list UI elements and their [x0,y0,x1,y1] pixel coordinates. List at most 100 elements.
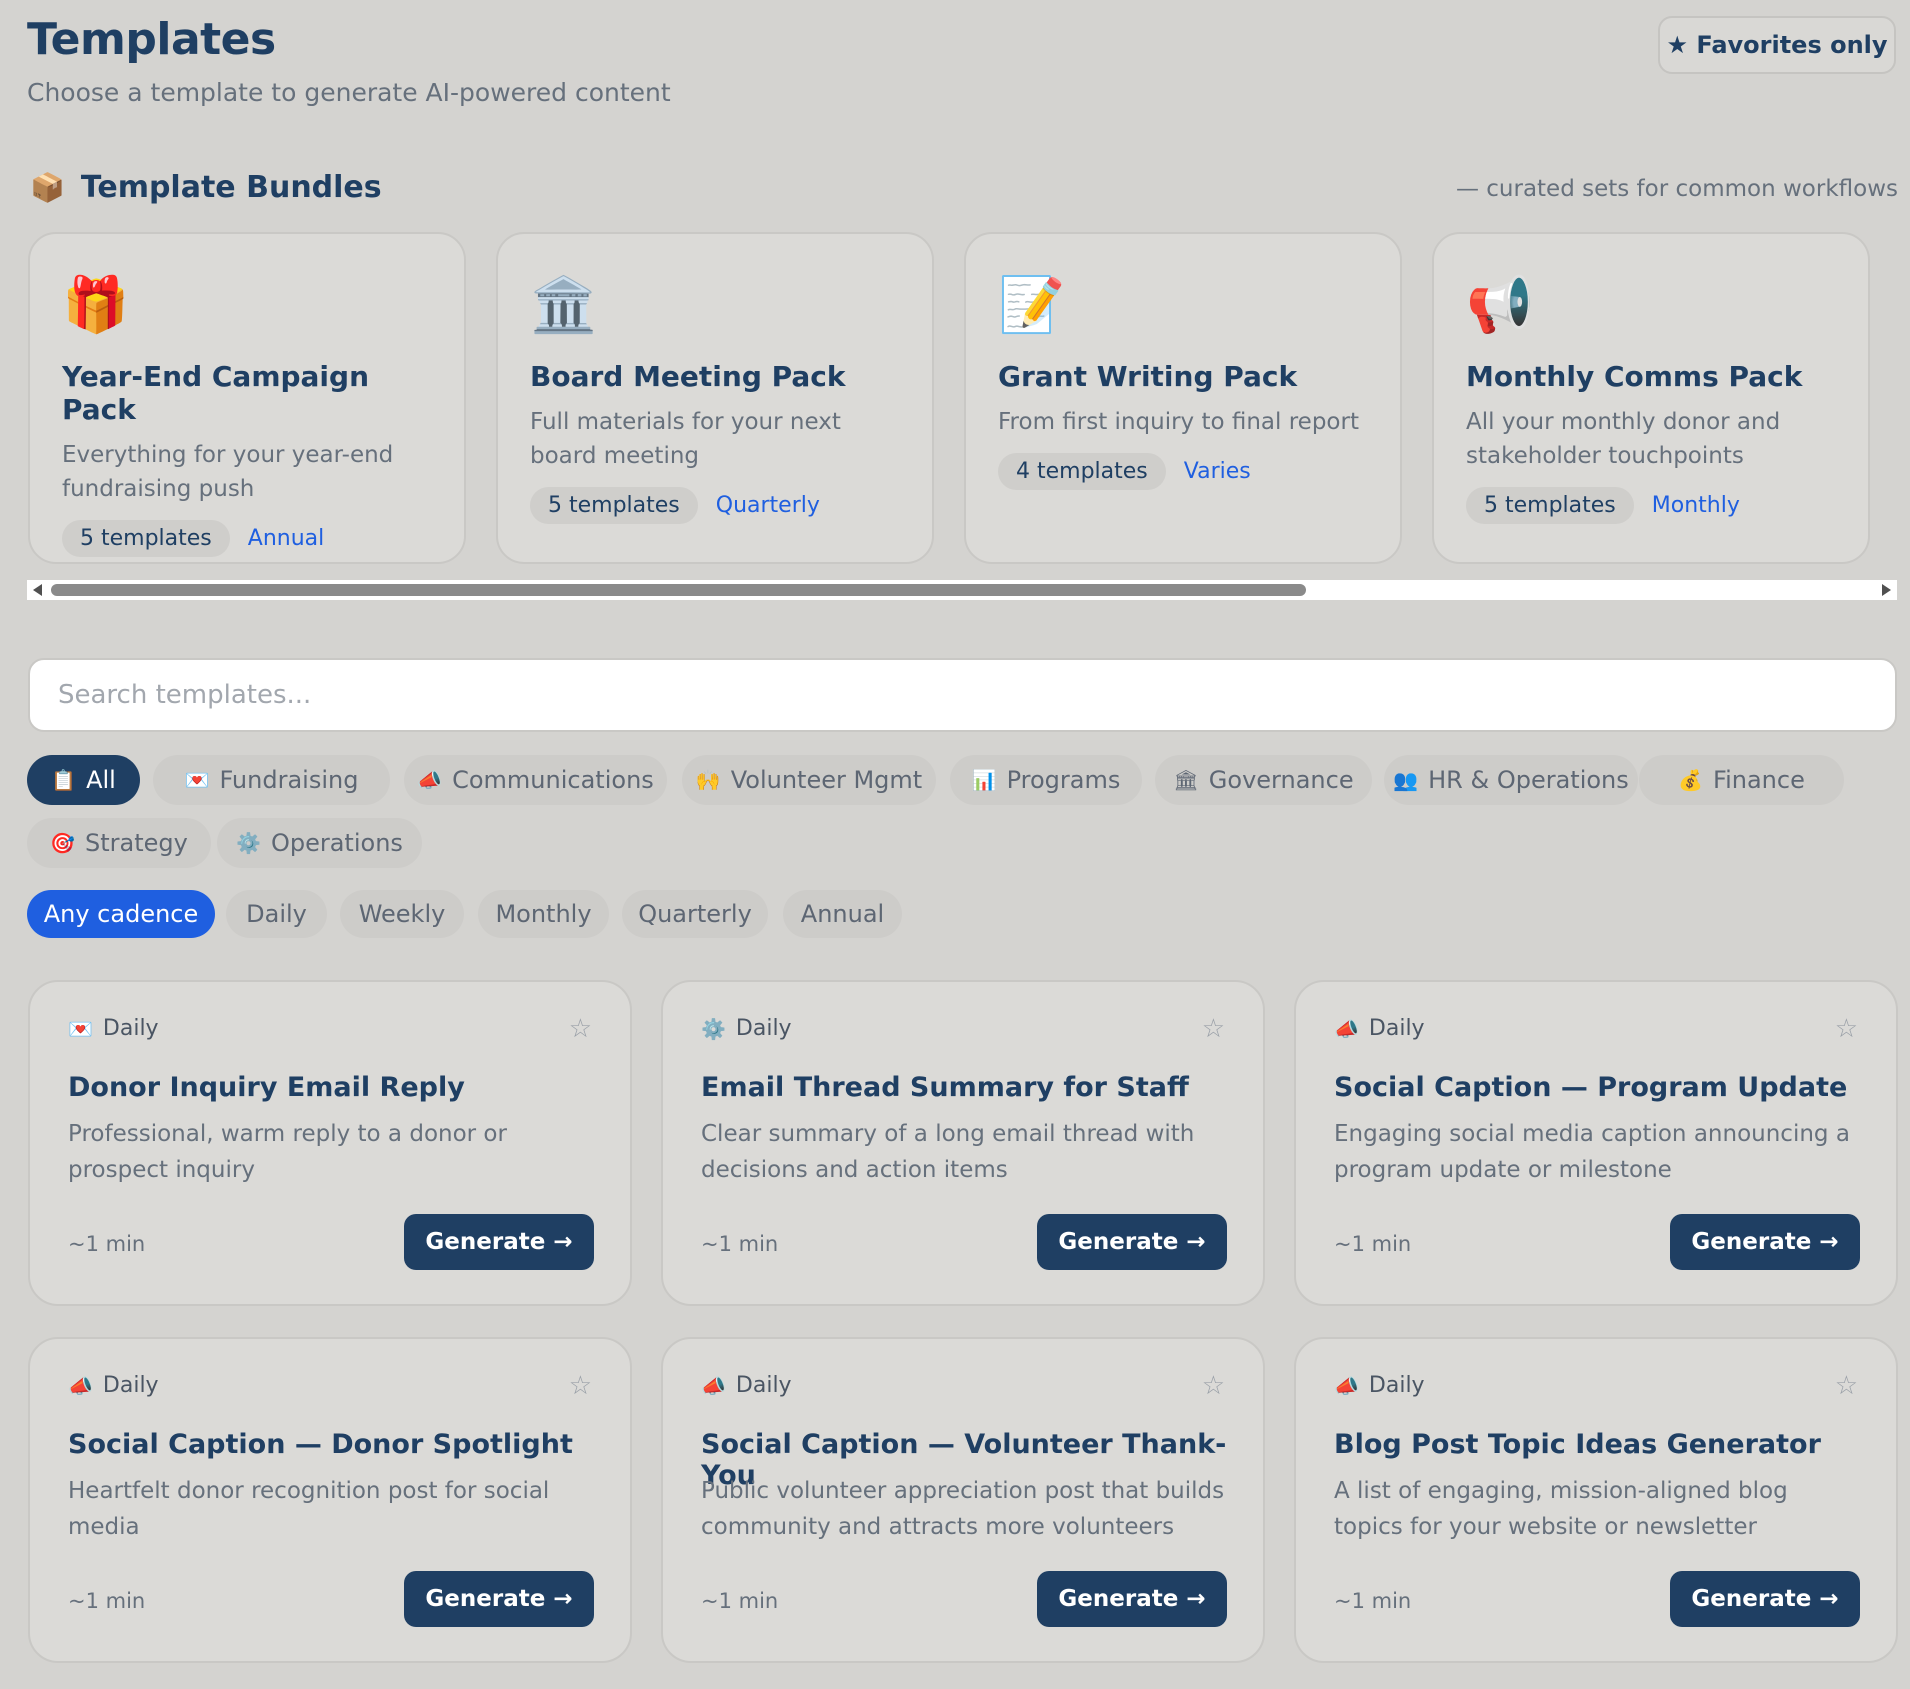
category-chip-operations[interactable]: ⚙️ Operations [217,818,422,868]
bundles-row: 🎁 Year-End Campaign Pack Everything for … [28,232,1898,564]
template-description: Clear summary of a long email thread wit… [701,1121,1195,1183]
bundle-card-monthly-comms[interactable]: 📢 Monthly Comms Pack All your monthly do… [1432,232,1870,564]
generate-button[interactable]: Generate → [404,1214,594,1270]
package-icon: 📦 [30,171,65,204]
cadence-chip-annual[interactable]: Annual [783,890,902,938]
bundle-cadence: Annual [247,526,325,551]
bundle-count: 5 templates [62,520,230,557]
template-cadence: Daily [102,1016,159,1041]
page-title: Templates [27,14,276,65]
star-icon[interactable]: ☆ [1835,1014,1858,1044]
bundle-cadence: Monthly [1651,493,1740,518]
template-description: Professional, warm reply to a donor or p… [68,1121,507,1183]
bar-chart-icon: 📊 [971,768,997,792]
template-cadence: Daily [1368,1016,1425,1041]
template-description: A list of engaging, mission-aligned blog… [1334,1478,1788,1540]
bundle-count: 5 templates [530,487,698,524]
template-card[interactable]: 📣 Daily ☆ Social Caption — Donor Spotligh… [28,1337,632,1663]
star-icon[interactable]: ☆ [1835,1371,1858,1401]
bundles-note: — curated sets for common workflows [1455,176,1898,202]
megaphone-icon: 📣 [68,1373,93,1398]
clipboard-icon: 📋 [51,768,77,792]
template-title: Blog Post Topic Ideas Generator [1334,1429,1821,1460]
bundles-scrollbar[interactable] [27,580,1897,600]
templates-page: Templates Choose a template to generate … [0,0,1910,1689]
money-bag-icon: 💰 [1678,768,1704,792]
scrollbar-thumb[interactable] [51,584,1306,596]
template-cadence: Daily [102,1373,159,1398]
star-icon[interactable]: ☆ [569,1371,592,1401]
template-card[interactable]: 📣 Daily ☆ Social Caption — Volunteer Than… [661,1337,1265,1663]
bundle-title: Year-End Campaign Pack [62,360,370,426]
category-chip-programs[interactable]: 📊 Programs [950,755,1142,805]
gift-icon: 🎁 [62,273,130,336]
template-title: Email Thread Summary for Staff [701,1072,1189,1103]
category-chip-hr-operations[interactable]: 👥 HR & Operations [1384,755,1638,805]
generate-button[interactable]: Generate → [1670,1214,1860,1270]
raised-hands-icon: 🙌 [695,768,721,792]
bundle-description: Everything for your year-end fundraising… [62,442,394,502]
category-chip-volunteer-mgmt[interactable]: 🙌 Volunteer Mgmt [682,755,936,805]
template-description: Engaging social media caption announcing… [1334,1121,1850,1183]
bundle-cadence: Varies [1183,459,1251,484]
search-input[interactable] [28,658,1897,732]
category-chip-finance[interactable]: 💰 Finance [1639,755,1844,805]
cadence-chip-any[interactable]: Any cadence [27,890,215,938]
cadence-chip-daily[interactable]: Daily [226,890,327,938]
bundle-description: All your monthly donor and stakeholder t… [1466,409,1781,469]
category-chip-all[interactable]: 📋 All [27,755,140,805]
love-letter-icon: 💌 [68,1016,93,1041]
megaphone-icon: 📣 [1334,1016,1359,1041]
bundle-card-grant-writing[interactable]: 📝 Grant Writing Pack From first inquiry … [964,232,1402,564]
favorites-only-button[interactable]: ★ Favorites only [1658,16,1896,74]
generate-button[interactable]: Generate → [404,1571,594,1627]
cadence-chip-weekly[interactable]: Weekly [340,890,464,938]
bundle-card-board-meeting[interactable]: 🏛️ Board Meeting Pack Full materials for… [496,232,934,564]
scroll-left-arrow-icon[interactable] [33,584,42,596]
people-icon: 👥 [1393,768,1419,792]
megaphone-icon: 📣 [1334,1373,1359,1398]
page-subtitle: Choose a template to generate AI-powered… [27,78,671,107]
cadence-chip-quarterly[interactable]: Quarterly [622,890,768,938]
bundle-title: Board Meeting Pack [530,360,846,393]
generate-button[interactable]: Generate → [1037,1214,1227,1270]
cadence-chip-monthly[interactable]: Monthly [478,890,609,938]
gear-icon: ⚙️ [701,1016,726,1041]
template-card[interactable]: ⚙️ Daily ☆ Email Thread Summary for Staff… [661,980,1265,1306]
template-cadence: Daily [1368,1373,1425,1398]
bundle-card-year-end[interactable]: 🎁 Year-End Campaign Pack Everything for … [28,232,466,564]
bundle-cadence: Quarterly [715,493,820,518]
bundle-title: Monthly Comms Pack [1466,360,1803,393]
bundle-count: 4 templates [998,453,1166,490]
template-duration: ~1 min [68,1589,146,1613]
bank-icon: 🏛 [1173,768,1199,792]
bundle-description: Full materials for your next board meeti… [530,409,841,469]
template-duration: ~1 min [68,1232,146,1256]
memo-icon: 📝 [998,273,1066,336]
generate-button[interactable]: Generate → [1670,1571,1860,1627]
template-card[interactable]: 📣 Daily ☆ Blog Post Topic Ideas Generator… [1294,1337,1898,1663]
category-chip-fundraising[interactable]: 💌 Fundraising [153,755,390,805]
category-chip-strategy[interactable]: 🎯 Strategy [27,818,211,868]
bundles-title: Template Bundles [80,170,382,205]
love-letter-icon: 💌 [184,768,210,792]
category-chip-governance[interactable]: 🏛 Governance [1155,755,1372,805]
generate-button[interactable]: Generate → [1037,1571,1227,1627]
template-duration: ~1 min [1334,1232,1412,1256]
template-cadence: Daily [735,1016,792,1041]
template-duration: ~1 min [1334,1589,1412,1613]
template-description: Public volunteer appreciation post that … [701,1478,1225,1540]
megaphone-icon: 📢 [1466,273,1534,336]
megaphone-icon: 📣 [701,1373,726,1398]
template-card[interactable]: 💌 Daily ☆ Donor Inquiry Email Reply Profe… [28,980,632,1306]
star-icon[interactable]: ☆ [1202,1371,1225,1401]
megaphone-icon: 📣 [417,768,443,792]
category-chip-communications[interactable]: 📣 Communications [404,755,667,805]
template-card[interactable]: 📣 Daily ☆ Social Caption — Program Update… [1294,980,1898,1306]
star-icon[interactable]: ☆ [569,1014,592,1044]
gear-icon: ⚙️ [236,831,261,855]
template-duration: ~1 min [701,1232,779,1256]
bundle-count: 5 templates [1466,487,1634,524]
star-icon[interactable]: ☆ [1202,1014,1225,1044]
scroll-right-arrow-icon[interactable] [1882,584,1891,596]
